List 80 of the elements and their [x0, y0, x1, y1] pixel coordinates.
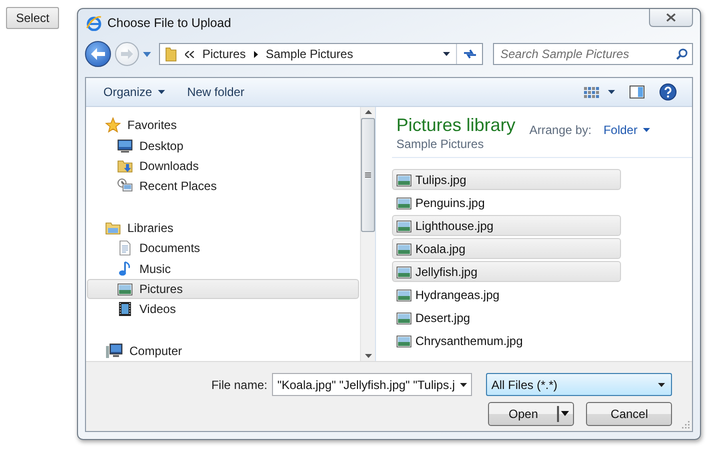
- file-name-label: File name:: [211, 378, 268, 392]
- file-name-field[interactable]: "Koala.jpg" "Jellyfish.jpg" "Tulips.j: [272, 373, 472, 396]
- library-subtitle: Sample Pictures: [396, 137, 485, 151]
- double-chevron-icon: [185, 50, 194, 58]
- help-icon: [659, 83, 678, 101]
- library-title: Pictures library: [396, 115, 516, 136]
- picture-icon: [396, 286, 412, 302]
- organize-button[interactable]: Organize: [94, 82, 174, 102]
- close-icon: [666, 13, 676, 22]
- right-arrow-icon: [121, 49, 134, 59]
- file-item[interactable]: Lighthouse.jpg: [392, 215, 622, 236]
- resize-grip-icon: [682, 421, 690, 429]
- open-button[interactable]: Open: [488, 402, 574, 426]
- file-item[interactable]: Tulips.jpg: [392, 169, 622, 190]
- close-button[interactable]: [649, 9, 694, 27]
- select-button[interactable]: Select: [6, 7, 60, 29]
- document-icon: [117, 240, 134, 256]
- grid-icon: [584, 86, 600, 98]
- caret-icon: [608, 90, 616, 94]
- caret-icon: [559, 411, 572, 417]
- scroll-down-icon[interactable]: [364, 354, 372, 358]
- file-item[interactable]: Koala.jpg: [392, 238, 622, 259]
- nav-item[interactable]: Recent Places: [87, 176, 360, 197]
- dropdown-caret-icon: [658, 382, 666, 386]
- grip-lines-icon: [365, 172, 372, 178]
- window-title: Choose File to Upload: [107, 16, 232, 30]
- picture-icon: [396, 218, 412, 234]
- arrange-dropdown[interactable]: Folder: [603, 123, 650, 137]
- search-icon: [676, 48, 688, 60]
- picture-icon: [396, 240, 412, 256]
- scroll-up-icon[interactable]: [364, 110, 372, 114]
- computer-clock-icon: [117, 178, 134, 194]
- cancel-button[interactable]: Cancel: [586, 402, 672, 426]
- arrange-label: Arrange by:: [529, 123, 592, 137]
- file-item[interactable]: Hydrangeas.jpg: [392, 284, 622, 305]
- caret-icon: [643, 128, 650, 132]
- nav-item[interactable]: Desktop: [87, 135, 360, 156]
- pane-icon: [629, 85, 646, 99]
- caret-icon: [158, 90, 166, 94]
- computer-icon: [105, 342, 124, 359]
- history-caret-icon[interactable]: [143, 52, 152, 56]
- search-field[interactable]: Search Sample Pictures: [493, 43, 694, 65]
- browser-logo-icon: [86, 15, 102, 31]
- nav-item[interactable]: Pictures: [87, 278, 360, 300]
- picture-icon: [396, 310, 412, 326]
- star-icon: [105, 117, 122, 134]
- picture-icon: [117, 281, 134, 298]
- folder-icon: [165, 46, 178, 62]
- nav-item[interactable]: Videos: [87, 299, 360, 320]
- file-type-dropdown[interactable]: All Files (*.*): [486, 373, 672, 396]
- file-item[interactable]: Jellyfish.jpg: [392, 261, 622, 282]
- nav-item[interactable]: Music: [87, 258, 360, 279]
- file-item[interactable]: Chrysanthemum.jpg: [392, 330, 622, 351]
- film-icon: [117, 301, 134, 318]
- file-item[interactable]: Penguins.jpg: [392, 192, 622, 213]
- nav-item[interactable]: Documents: [87, 238, 360, 258]
- new-folder-button[interactable]: New folder: [178, 82, 254, 102]
- left-arrow-icon: [91, 48, 106, 60]
- breadcrumb[interactable]: Sample Pictures: [266, 47, 354, 61]
- picture-icon: [396, 172, 412, 188]
- dropdown-caret-icon: [460, 382, 468, 386]
- triangle-right-icon: [254, 50, 258, 58]
- address-bar[interactable]: Pictures Sample Pictures: [159, 43, 484, 65]
- breadcrumb[interactable]: Pictures: [202, 47, 246, 61]
- picture-icon: [396, 332, 412, 348]
- refresh-arrows-icon: [462, 48, 477, 60]
- scroll-thumb[interactable]: [361, 118, 376, 232]
- scrollbar[interactable]: [360, 107, 376, 361]
- nav-item[interactable]: Favorites: [87, 115, 360, 136]
- nav-item[interactable]: Downloads: [87, 156, 360, 176]
- picture-icon: [396, 264, 412, 280]
- monitor-icon: [117, 138, 134, 154]
- back-button[interactable]: [85, 41, 112, 67]
- folder-icon: [105, 220, 122, 236]
- dropdown-caret-icon[interactable]: [442, 52, 450, 56]
- nav-item[interactable]: Libraries: [87, 218, 360, 238]
- nav-item[interactable]: Computer: [87, 340, 360, 362]
- folder-download-icon: [117, 158, 134, 174]
- file-item[interactable]: Desert.jpg: [392, 307, 622, 328]
- picture-icon: [396, 194, 412, 210]
